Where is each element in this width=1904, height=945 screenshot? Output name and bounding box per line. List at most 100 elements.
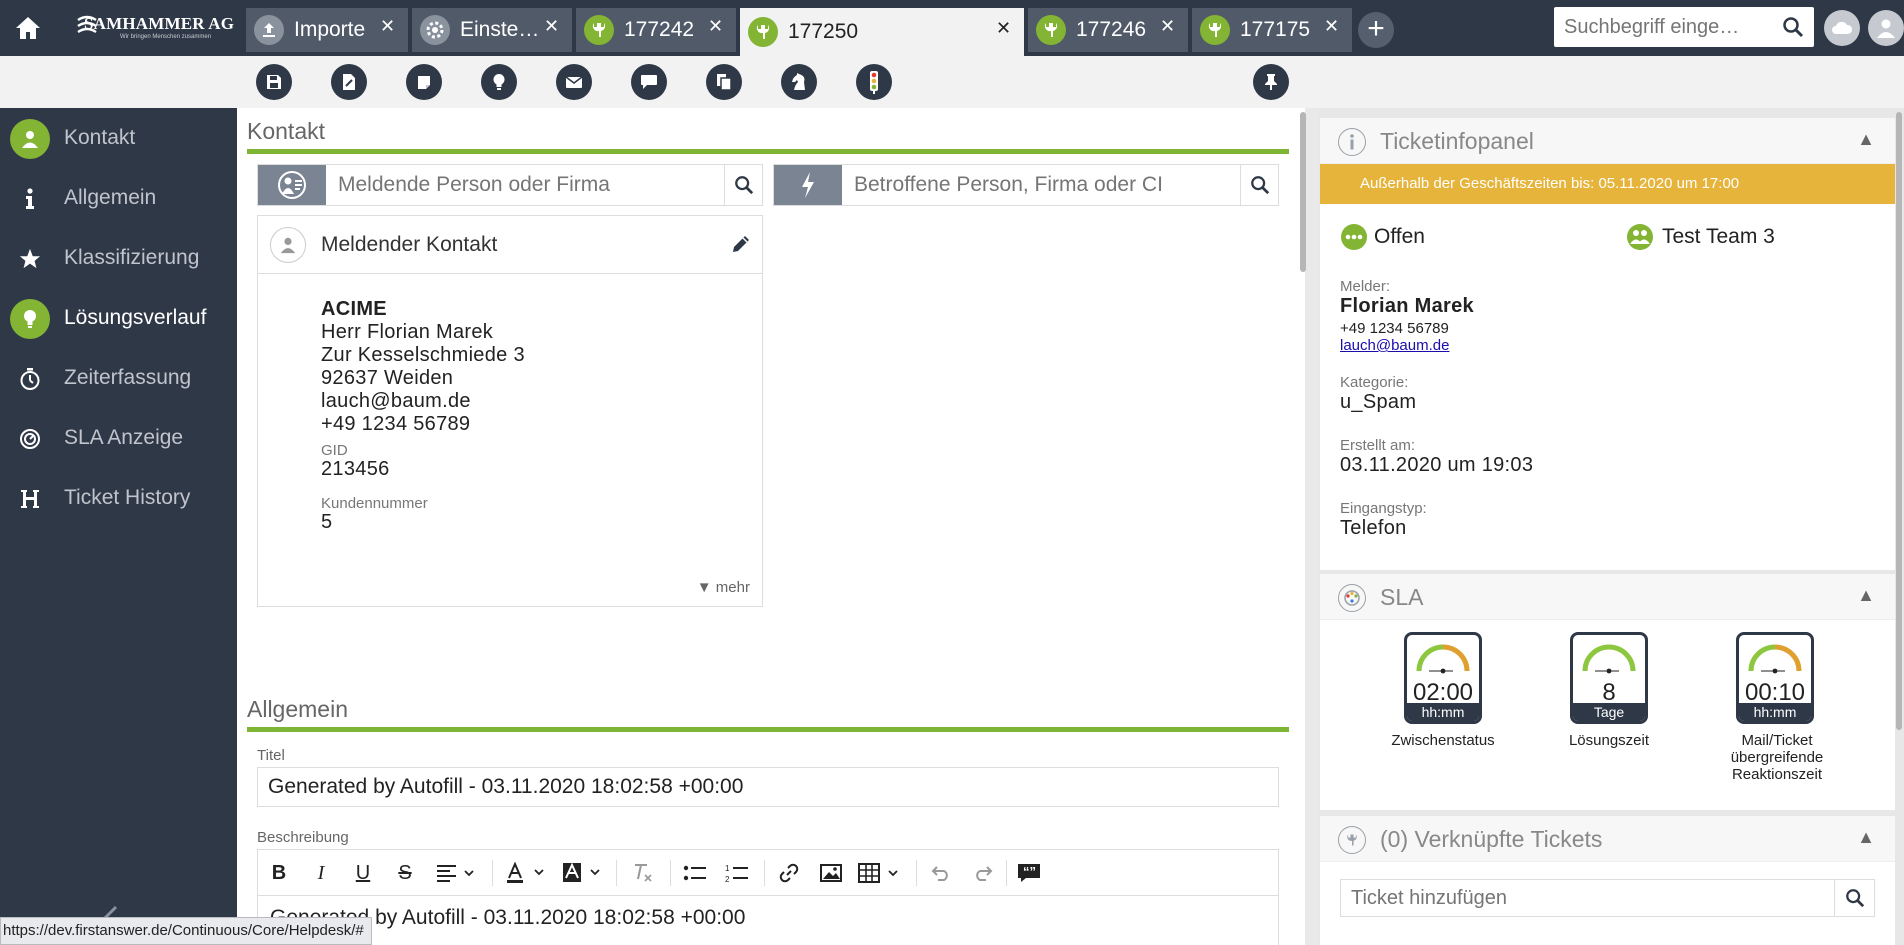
search-input[interactable] [1564,13,1769,41]
copy-button[interactable] [706,64,742,100]
edit-document-button[interactable] [331,64,367,100]
sidebar-item-ticket-history[interactable]: Ticket History [0,473,237,525]
align-dropdown[interactable] [434,857,480,889]
tab-177246[interactable]: 177246 ✕ [1028,8,1188,52]
pin-button[interactable] [1253,64,1289,100]
sidebar-item-label: Allgemein [64,186,157,209]
reporter-search-button[interactable] [724,165,762,205]
customer-number-value: 5 [321,511,333,533]
browser-status-url: https://dev.firstanswer.de/Continuous/Co… [0,917,372,945]
numbered-list-icon[interactable]: 12 [720,857,754,889]
tab-177242[interactable]: 177242 ✕ [576,8,736,52]
sidebar-item-klassifizierung[interactable]: Klassifizierung [0,233,237,285]
redo-icon[interactable] [966,857,1000,889]
collapse-button[interactable]: ▲ [1857,585,1875,606]
add-ticket-search-button[interactable] [1834,880,1874,916]
save-button[interactable] [256,64,292,100]
tab-close-button[interactable]: ✕ [1160,16,1175,37]
sidebar-item-allgemein[interactable]: Allgemein [0,173,237,225]
star-icon [10,239,50,279]
team-text: Test Team 3 [1662,225,1775,248]
status-light-button[interactable] [856,64,892,100]
tab-close-button[interactable]: ✕ [1324,16,1339,37]
tab-einstellungen[interactable]: Einste… ✕ [412,8,572,52]
background-color-dropdown[interactable] [560,857,606,889]
cloud-button[interactable] [1824,10,1860,46]
reporter-input[interactable] [338,171,718,199]
reporter-email-link[interactable]: lauch@baum.de [1340,337,1449,354]
global-search [1554,7,1814,47]
solution-button[interactable] [481,64,517,100]
reporter-contact-card: Meldender Kontakt ACIME Herr Florian Mar… [257,215,763,607]
info-panel-scrollbar[interactable] [1896,112,1902,730]
table-icon [858,863,898,883]
affected-input[interactable] [854,171,1234,199]
input-type-value: Telefon [1340,517,1407,539]
wrench-icon [1338,826,1366,854]
clear-format-icon[interactable] [626,857,660,889]
chess-knight-icon [792,73,805,90]
home-button[interactable] [8,8,48,48]
business-hours-banner: Außerhalb der Geschäftszeiten bis: 05.11… [1320,164,1895,204]
image-icon[interactable] [814,857,848,889]
person-icon [280,237,296,254]
quote-icon[interactable]: “” [1012,857,1046,889]
upload-icon [254,15,284,45]
reporter-label: Melder: [1340,278,1391,295]
toolbar-separator [1006,860,1007,886]
affected-type-button[interactable] [774,165,842,205]
edit-icon[interactable] [730,233,752,255]
italic-icon[interactable]: I [306,857,336,889]
editor-toolbar: B I U S 12 “” [258,850,1278,896]
search-icon[interactable] [1782,16,1804,38]
panel-title: (0) Verknüpfte Tickets [1380,826,1603,852]
card-header: Meldender Kontakt [258,216,762,274]
collapse-button[interactable]: ▲ [1857,129,1875,150]
tab-177250[interactable]: 177250 ✕ [740,8,1024,56]
add-tab-button[interactable]: + [1358,12,1394,48]
escalation-button[interactable] [781,64,817,100]
main-scrollbar[interactable] [1300,112,1306,272]
undo-icon[interactable] [924,857,958,889]
mail-button[interactable] [556,64,592,100]
collapse-button[interactable]: ▲ [1857,827,1875,848]
info-panels: Ticketinfopanel ▲ Außerhalb der Geschäft… [1319,108,1904,945]
tab-close-button[interactable]: ✕ [380,16,395,37]
note-button[interactable] [406,64,442,100]
contact-email: lauch@baum.de [321,390,471,412]
person-icon [10,119,50,159]
add-ticket-input[interactable] [1351,885,1821,911]
avatar [270,227,306,263]
title-input[interactable] [268,773,1258,801]
title-label: Titel [257,747,285,764]
svg-text:1: 1 [725,864,730,873]
tab-close-button[interactable]: ✕ [996,18,1011,39]
tab-label: Einste… [460,18,540,41]
link-icon[interactable] [772,857,806,889]
sidebar-item-zeiterfassung[interactable]: Zeiterfassung [0,353,237,405]
table-dropdown[interactable] [856,857,906,889]
tab-close-button[interactable]: ✕ [544,16,559,37]
lightning-icon [802,172,814,198]
text-color-dropdown[interactable] [504,857,550,889]
strikethrough-icon[interactable]: S [390,857,420,889]
sidebar-item-sla-anzeige[interactable]: SLA Anzeige [0,413,237,465]
bold-icon[interactable]: B [264,857,294,889]
tab-close-button[interactable]: ✕ [708,16,723,37]
user-button[interactable] [1868,10,1904,46]
show-more-link[interactable]: ▼ mehr [697,579,750,596]
background-color-icon [563,862,600,882]
bullet-list-icon[interactable] [678,857,712,889]
sidebar-item-loesungsverlauf[interactable]: Lösungsverlauf [0,293,237,345]
action-toolbar [0,56,1904,108]
reporter-type-button[interactable] [258,165,326,205]
affected-search-button[interactable] [1240,165,1278,205]
tab-177175[interactable]: 177175 ✕ [1192,8,1352,52]
tab-label: 177242 [624,18,695,41]
home-icon [16,17,40,39]
tab-importe[interactable]: Importe ✕ [246,8,408,52]
underline-icon[interactable]: U [348,857,378,889]
sidebar-item-kontakt[interactable]: Kontakt [0,113,237,165]
description-label: Beschreibung [257,829,349,846]
chat-button[interactable] [631,64,667,100]
